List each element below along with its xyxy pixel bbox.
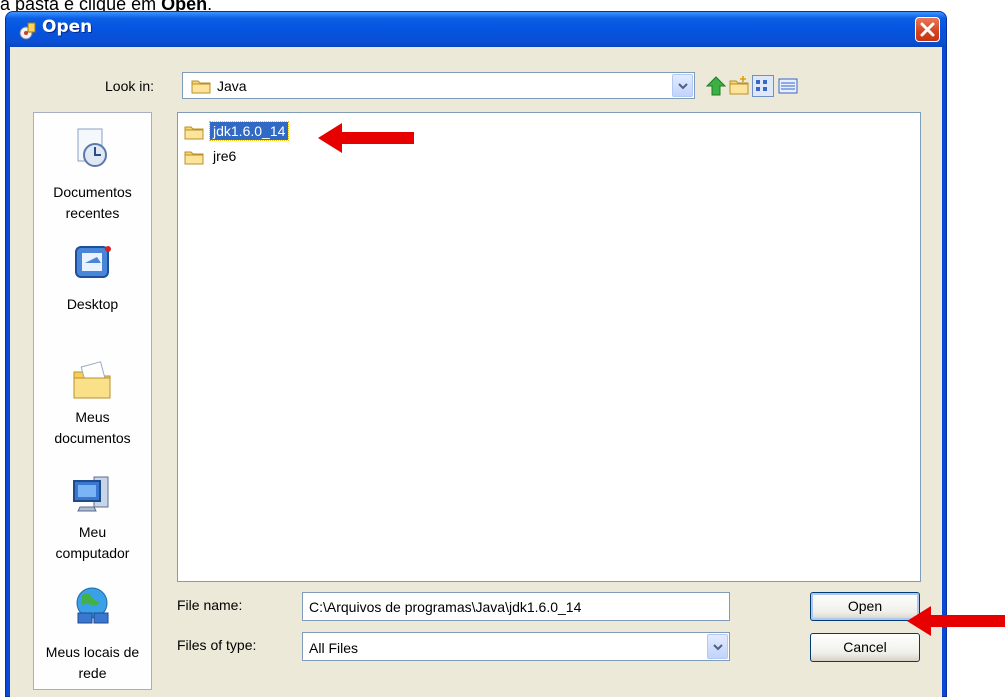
window-title: Open (42, 17, 93, 37)
new-folder-button[interactable] (728, 75, 750, 97)
open-dialog: Open Look in: Java Documentos recentes D… (5, 11, 947, 697)
file-name-input[interactable]: C:\Arquivos de programas\Java\jdk1.6.0_1… (302, 592, 730, 621)
recent-documents-icon (77, 128, 107, 167)
look-in-value: Java (217, 78, 247, 94)
folder-icon (184, 126, 204, 140)
folder-icon (184, 151, 204, 165)
close-icon (920, 22, 935, 37)
up-one-level-button[interactable] (705, 75, 727, 97)
file-name-value: C:\Arquivos de programas\Java\jdk1.6.0_1… (309, 599, 582, 615)
network-places-icon (76, 587, 109, 624)
file-type-label: Files of type: (177, 637, 257, 653)
list-view-button[interactable] (752, 75, 774, 97)
up-arrow-icon (705, 76, 727, 96)
chevron-down-icon (713, 644, 723, 651)
dialog-body: Look in: Java Documentos recentes Deskto… (10, 47, 942, 697)
list-view-icon (756, 80, 767, 91)
title-bar[interactable]: Open (6, 12, 946, 47)
place-label: computador (55, 545, 130, 561)
cancel-button[interactable]: Cancel (810, 633, 920, 662)
file-name: jdk1.6.0_14 (208, 121, 290, 141)
look-in-label: Look in: (105, 78, 155, 94)
place-label: Meus locais de (45, 644, 140, 660)
place-label: Meus (75, 409, 110, 425)
place-label: recentes (65, 205, 120, 221)
folder-icon (191, 80, 211, 94)
file-type-value: All Files (309, 640, 359, 656)
place-label: rede (78, 665, 107, 681)
look-in-dropdown-button[interactable] (672, 74, 693, 97)
place-label: Meu (78, 524, 107, 540)
file-name-label: File name: (177, 597, 243, 613)
place-label: documentos (54, 430, 131, 446)
file-name: jre6 (213, 148, 237, 164)
place-label: Desktop (66, 296, 119, 312)
open-button[interactable]: Open (810, 592, 920, 621)
look-in-combo[interactable]: Java (182, 72, 695, 99)
places-bar: Documentos recentes Desktop Meus documen… (33, 112, 152, 690)
my-computer-icon (73, 476, 109, 512)
details-view-button[interactable] (777, 75, 799, 97)
screenshot: a pasta e clique em Open. Open Look in: (0, 0, 1005, 697)
chevron-down-icon (678, 83, 688, 90)
annotation-arrow-open (907, 606, 1005, 636)
file-list[interactable]: jdk1.6.0_14 jre6 (177, 112, 921, 582)
close-button[interactable] (915, 17, 940, 42)
file-type-combo[interactable]: All Files (302, 632, 730, 661)
new-folder-icon (729, 76, 749, 95)
desktop-icon (75, 246, 111, 278)
java-app-icon (19, 22, 36, 40)
my-documents-icon (73, 361, 111, 399)
file-type-dropdown-button[interactable] (707, 634, 728, 659)
place-label: Documentos (53, 184, 132, 200)
annotation-arrow-folder (318, 123, 414, 153)
details-view-icon (778, 78, 798, 94)
